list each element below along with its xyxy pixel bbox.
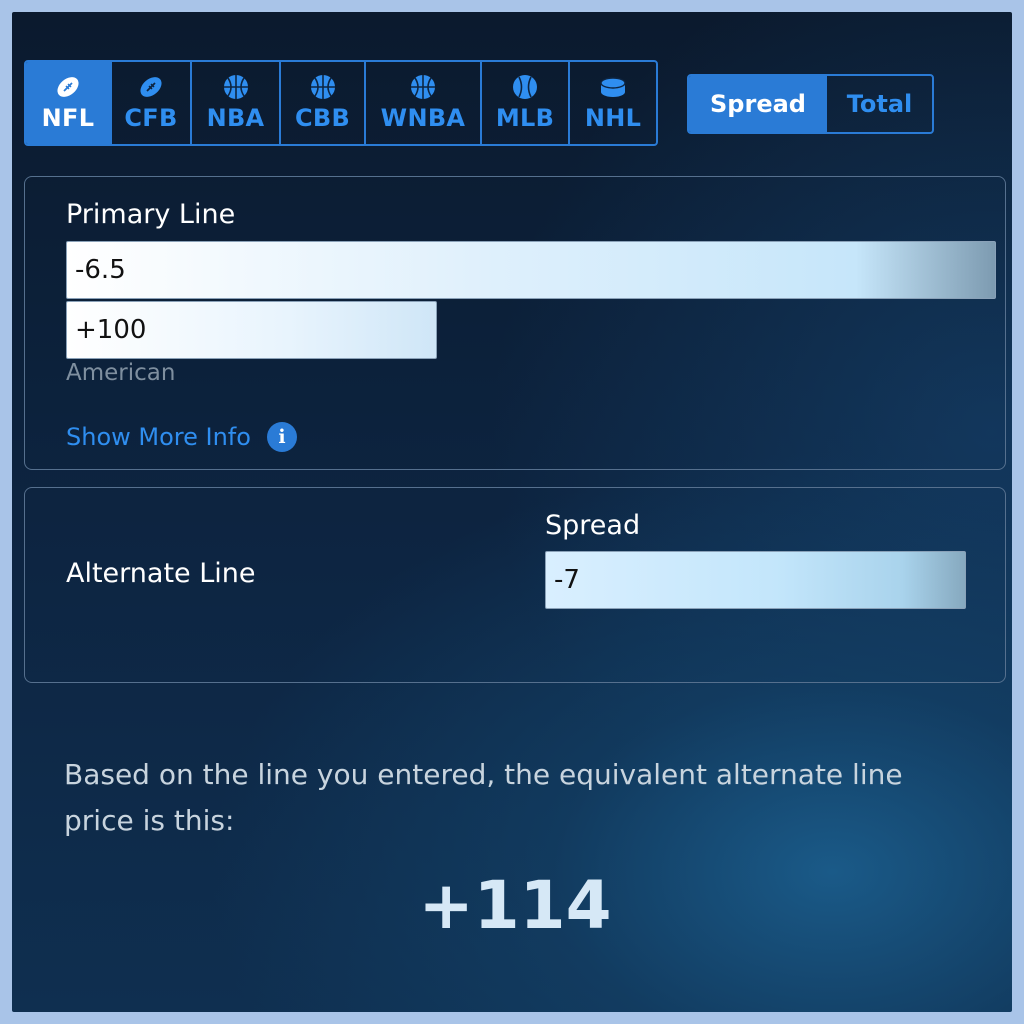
basketball-icon [223, 75, 248, 99]
primary-line-card: Primary Line -6.5 +100 American Show Mor… [24, 176, 1006, 470]
basketball-icon [411, 75, 435, 99]
bet-type-toggle: Spread Total [687, 74, 934, 134]
alternate-spread-label: Spread [545, 510, 641, 541]
tab-label: MLB [495, 104, 555, 132]
tab-label: CBB [294, 104, 351, 132]
tab-nfl[interactable]: NFL [26, 62, 110, 144]
result-description: Based on the line you entered, the equiv… [64, 758, 903, 837]
football-icon [57, 77, 79, 97]
result-price: +114 [418, 867, 612, 944]
tab-label: NFL [41, 104, 95, 132]
tab-cbb[interactable]: CBB [279, 62, 364, 144]
tab-total[interactable]: Total [827, 76, 932, 132]
result-panel: Based on the line you entered, the equiv… [24, 702, 1006, 1002]
tab-cfb[interactable]: CFB [110, 62, 190, 144]
show-more-info-label: Show More Info [66, 423, 251, 451]
tab-mlb[interactable]: MLB [480, 62, 568, 144]
tab-wnba[interactable]: WNBA [364, 62, 480, 144]
tab-label: NHL [584, 104, 642, 132]
primary-line-title: Primary Line [66, 199, 236, 230]
primary-line-input[interactable]: -6.5 [66, 241, 996, 299]
primary-odds-input[interactable]: +100 [66, 301, 437, 359]
football-icon [140, 77, 162, 97]
alternate-spread-input[interactable]: -7 [545, 551, 966, 609]
tab-label: WNBA [380, 104, 466, 132]
alternate-line-card: Alternate Line Spread -7 [24, 487, 1006, 683]
sport-selector: NFL CFB NBA CBB WNBA MLB NHL [24, 60, 658, 146]
basketball-icon [310, 75, 335, 99]
tab-nba[interactable]: NBA [190, 62, 279, 144]
alternate-line-title: Alternate Line [66, 558, 256, 589]
calculator-panel: NFL CFB NBA CBB WNBA MLB NHL Spread Tota… [12, 12, 1012, 1012]
tab-spread[interactable]: Spread [689, 76, 827, 132]
tab-nhl[interactable]: NHL [568, 62, 656, 144]
tab-label: NBA [206, 104, 265, 132]
tab-label: CFB [124, 104, 178, 132]
show-more-info-link[interactable]: Show More Info i [66, 422, 297, 452]
odds-format-label: American [66, 360, 176, 386]
hockey-puck-icon [600, 77, 626, 97]
baseball-icon [513, 75, 537, 99]
info-icon: i [266, 422, 297, 452]
